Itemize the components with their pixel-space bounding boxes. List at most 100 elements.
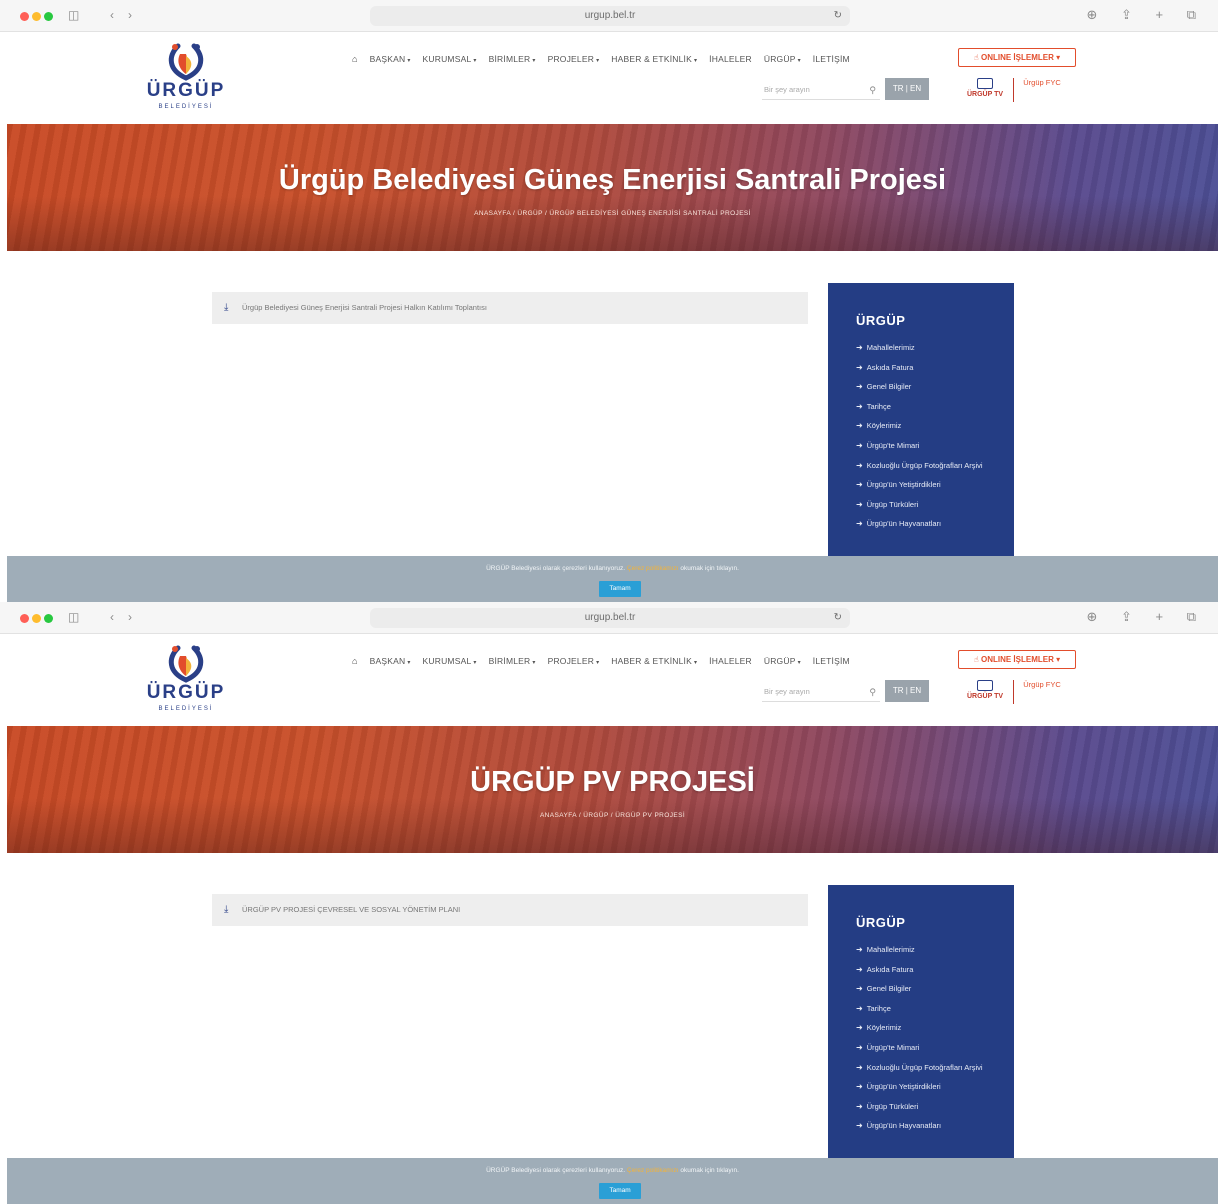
search-input[interactable]: Bir şey arayın ⚲: [762, 682, 880, 702]
nav-item-birimler[interactable]: BİRİMLER ▾: [489, 656, 536, 666]
nav-item-urgup[interactable]: ÜRGÜP ▾: [764, 656, 801, 666]
nav-item-ihaleler[interactable]: İHALELER: [709, 656, 752, 666]
sidebar-title: ÜRGÜP: [856, 915, 906, 930]
address-text: urgup.bel.tr: [584, 10, 636, 21]
browser-actions-icons[interactable]: ⊕ ⇪ + ⧉: [1087, 609, 1207, 625]
back-icon[interactable]: ‹: [110, 7, 114, 23]
browser-actions-icons[interactable]: ⊕ ⇪ + ⧉: [1087, 7, 1207, 23]
address-bar[interactable]: urgup.bel.tr ↻: [370, 608, 850, 628]
sidebar-item-koylerimiz[interactable]: ➜ Köylerimiz: [856, 1022, 998, 1033]
sidebar-item-genel-bilgiler[interactable]: ➜ Genel Bilgiler: [856, 983, 998, 994]
sidebar-item-fotograf-arsivi[interactable]: ➜ Kozluoğlu Ürgüp Fotoğrafları Arşivi: [856, 1062, 998, 1073]
urgup-tv-link[interactable]: ÜRGÜP TV: [962, 680, 1008, 700]
sidebar-item-yetistirdikleri[interactable]: ➜ Ürgüp'ün Yetiştirdikleri: [856, 479, 998, 490]
home-icon[interactable]: ⌂: [352, 54, 358, 64]
header-divider: [1013, 78, 1014, 102]
arrow-right-icon: ➜: [856, 343, 863, 352]
sidebar-item-mimari[interactable]: ➜ Ürgüp'te Mimari: [856, 440, 998, 451]
document-download-link[interactable]: ⤓ Ürgüp Belediyesi Güneş Enerjisi Santra…: [212, 292, 808, 324]
urgup-fyc-link[interactable]: Ürgüp FYC: [1022, 78, 1062, 88]
nav-item-kurumsal[interactable]: KURUMSAL ▾: [423, 656, 477, 666]
home-icon[interactable]: ⌂: [352, 656, 358, 666]
search-placeholder: Bir şey arayın: [764, 85, 810, 94]
nav-item-iletisim[interactable]: İLETİŞİM: [813, 656, 850, 666]
language-switch[interactable]: TR | EN: [885, 680, 929, 702]
reload-icon[interactable]: ↻: [834, 6, 842, 26]
download-icon: ⤓: [224, 904, 229, 915]
urgup-fyc-link[interactable]: Ürgüp FYC: [1022, 680, 1062, 690]
chevron-down-icon: ▾: [532, 58, 536, 64]
sidebar-item-tarihce[interactable]: ➜ Tarihçe: [856, 1003, 998, 1014]
sidebar-item-askida-fatura[interactable]: ➜ Askıda Fatura: [856, 362, 998, 373]
arrow-right-icon: ➜: [856, 480, 863, 490]
breadcrumb[interactable]: ANASAYFA / ÜRGÜP / ÜRGÜP BELEDİYESİ GÜNE…: [7, 210, 1218, 217]
site-header: ÜRGÜP BELEDİYESİ ⌂ BAŞKAN ▾ KURUMSAL ▾ BİR…: [0, 634, 1218, 726]
nav-item-birimler[interactable]: BİRİMLER ▾: [489, 54, 536, 64]
sidebar-item-genel-bilgiler[interactable]: ➜ Genel Bilgiler: [856, 381, 998, 392]
online-islemler-button[interactable]: ☝ ONLINE İŞLEMLER ▾: [958, 650, 1076, 669]
close-window-button[interactable]: [20, 614, 29, 623]
language-switch[interactable]: TR | EN: [885, 78, 929, 100]
search-icon[interactable]: ⚲: [869, 682, 876, 702]
breadcrumb[interactable]: ANASAYFA / ÜRGÜP / ÜRGÜP PV PROJESİ: [7, 812, 1218, 819]
search-input[interactable]: Bir şey arayın ⚲: [762, 80, 880, 100]
nav-item-projeler[interactable]: PROJELER ▾: [548, 54, 600, 64]
arrow-right-icon: ➜: [856, 984, 863, 994]
cookie-policy-link[interactable]: Çerez politikamızı: [627, 1167, 679, 1174]
sidebar-item-fotograf-arsivi[interactable]: ➜ Kozluoğlu Ürgüp Fotoğrafları Arşivi: [856, 460, 998, 471]
urgup-logo[interactable]: ÜRGÜP BELEDİYESİ: [140, 644, 232, 718]
reload-icon[interactable]: ↻: [834, 608, 842, 628]
close-window-button[interactable]: [20, 12, 29, 21]
nav-item-haber-etkinlik[interactable]: HABER & ETKİNLİK ▾: [611, 656, 697, 666]
logo-subtitle: BELEDİYESİ: [158, 706, 214, 712]
nav-item-projeler[interactable]: PROJELER ▾: [548, 656, 600, 666]
nav-item-kurumsal[interactable]: KURUMSAL ▾: [423, 54, 477, 64]
sidebar-item-hayvanatlari[interactable]: ➜ Ürgüp'ün Hayvanatları: [856, 518, 998, 529]
nav-item-ihaleler[interactable]: İHALELER: [709, 54, 752, 64]
sidebar-item-mahallelerimiz[interactable]: ➜ Mahallelerimiz: [856, 944, 998, 955]
sidebar-item-mimari[interactable]: ➜ Ürgüp'te Mimari: [856, 1042, 998, 1053]
minimize-window-button[interactable]: [32, 12, 41, 21]
arrow-right-icon: ➜: [856, 362, 863, 372]
nav-item-iletisim[interactable]: İLETİŞİM: [813, 54, 850, 64]
sidebar-item-askida-fatura[interactable]: ➜ Askıda Fatura: [856, 964, 998, 975]
chevron-down-icon: ▾: [473, 660, 477, 666]
urgup-tv-link[interactable]: ÜRGÜP TV: [962, 78, 1008, 98]
search-icon[interactable]: ⚲: [869, 80, 876, 100]
cookie-accept-button[interactable]: Tamam: [599, 581, 641, 597]
arrow-right-icon: ➜: [856, 1003, 863, 1013]
sidebar-item-tarihce[interactable]: ➜ Tarihçe: [856, 401, 998, 412]
nav-item-baskan[interactable]: BAŞKAN ▾: [370, 656, 411, 666]
sidebar-toggle-icon[interactable]: ◫: [68, 609, 79, 625]
minimize-window-button[interactable]: [32, 614, 41, 623]
page-hero: ÜRGÜP PV PROJESİ ANASAYFA / ÜRGÜP / ÜRGÜ…: [7, 726, 1218, 853]
zoom-window-button[interactable]: [44, 12, 53, 21]
sidebar-item-mahallelerimiz[interactable]: ➜ Mahallelerimiz: [856, 342, 998, 353]
forward-icon[interactable]: ›: [128, 7, 132, 23]
nav-item-haber-etkinlik[interactable]: HABER & ETKİNLİK ▾: [611, 54, 697, 64]
sidebar-item-koylerimiz[interactable]: ➜ Köylerimiz: [856, 420, 998, 431]
sidebar-item-turkuleri[interactable]: ➜ Ürgüp Türküleri: [856, 1101, 998, 1112]
main-nav: ⌂ BAŞKAN ▾ KURUMSAL ▾ BİRİMLER ▾ PROJELER ▾ …: [352, 656, 850, 666]
nav-item-urgup[interactable]: ÜRGÜP ▾: [764, 54, 801, 64]
back-icon[interactable]: ‹: [110, 609, 114, 625]
nav-item-baskan[interactable]: BAŞKAN ▾: [370, 54, 411, 64]
address-bar[interactable]: urgup.bel.tr ↻: [370, 6, 850, 26]
forward-icon[interactable]: ›: [128, 609, 132, 625]
sidebar-toggle-icon[interactable]: ◫: [68, 7, 79, 23]
site-header: ÜRGÜP BELEDİYESİ ⌂ BAŞKAN ▾ KURUMSAL ▾ BİR…: [0, 32, 1218, 124]
chevron-down-icon: ▾: [407, 58, 411, 64]
online-islemler-label: ONLINE İŞLEMLER ▾: [980, 655, 1061, 664]
urgup-logo[interactable]: ÜRGÜP BELEDİYESİ: [140, 42, 232, 116]
cookie-accept-button[interactable]: Tamam: [599, 1183, 641, 1199]
sidebar-item-hayvanatlari[interactable]: ➜ Ürgüp'ün Hayvanatları: [856, 1120, 998, 1131]
tv-icon: [977, 680, 993, 691]
header-divider: [1013, 680, 1014, 704]
cookie-policy-link[interactable]: Çerez politikamızı: [627, 565, 679, 572]
document-download-link[interactable]: ⤓ ÜRGÜP PV PROJESİ ÇEVRESEL VE SOSYAL YÖ…: [212, 894, 808, 926]
zoom-window-button[interactable]: [44, 614, 53, 623]
sidebar-item-turkuleri[interactable]: ➜ Ürgüp Türküleri: [856, 499, 998, 510]
chevron-down-icon: ▾: [693, 58, 698, 64]
sidebar-item-yetistirdikleri[interactable]: ➜ Ürgüp'ün Yetiştirdikleri: [856, 1081, 998, 1092]
online-islemler-button[interactable]: ☝ ONLINE İŞLEMLER ▾: [958, 48, 1076, 67]
